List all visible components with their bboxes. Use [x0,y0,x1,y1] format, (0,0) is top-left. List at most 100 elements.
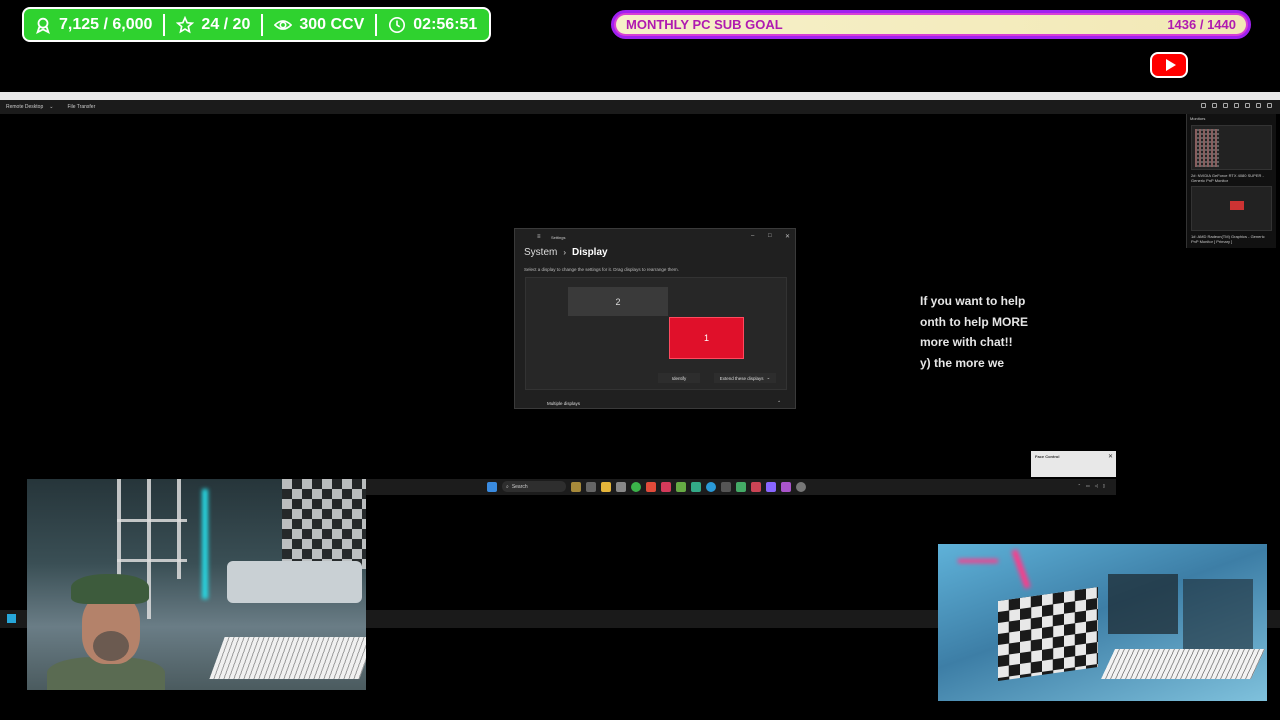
clock-icon [389,16,406,33]
notification-title: Face Control [1035,454,1060,459]
app-icon[interactable] [691,481,701,492]
display-2-tile[interactable]: 2 [568,287,668,316]
youtube-icon [1150,52,1188,78]
store-icon[interactable] [616,481,626,492]
ticker-line: onth to help MORE [920,314,1028,329]
chevron-right-icon: › [563,248,567,257]
chat-ticker: If you want to help onth to help MORE mo… [920,291,1040,373]
tab-remote-desktop[interactable]: Remote Desktop [0,104,49,110]
app-icon[interactable] [766,481,776,492]
stream-stats-bar: 7,125 / 6,000 24 / 20 300 CCV 02:56:51 [22,7,491,42]
settings-icon[interactable] [796,481,806,492]
chevron-down-icon[interactable]: ⌄ [49,104,53,110]
edge-icon[interactable] [706,481,716,492]
display-1-number: 1 [703,333,709,343]
extend-displays-select[interactable]: Extend these displays ⌄ [714,373,776,383]
settings-window: ≡ Settings – □ ✕ System › Display Select… [514,228,796,409]
search-placeholder: Search [511,483,528,490]
stat-divider [163,13,166,36]
system-tray: ⌃ ▭ ◁ ▯ ​​ [1078,480,1110,490]
streamer [47,569,165,690]
ccv-value: 300 CCV [299,15,365,33]
display-1-tile[interactable]: 1 [669,317,744,359]
app-icon[interactable] [736,481,746,492]
monitor-label-2: 2#: NVIDIA GeForce RTX 4080 SUPER - Gene… [1191,173,1264,183]
remote-desktop-titlebar [0,92,1280,100]
follower-icon [36,17,50,34]
multiple-displays-row[interactable]: Multiple displays ⌃ [525,397,787,409]
minimize-icon[interactable]: – [751,233,754,239]
subs-value: 24 / 20 [201,15,251,33]
fullscreen-icon[interactable] [1256,103,1261,108]
notification-toast[interactable]: Face Control ✕ [1031,451,1116,477]
breadcrumb-display: Display [572,247,608,258]
battery-icon[interactable]: ▯ [1103,483,1105,488]
stat-divider [261,13,264,36]
monitor-thumbnail-1[interactable] [1191,186,1272,231]
search-icon: ⌕ [506,483,509,490]
webcam-streamer [27,479,366,690]
app-icon[interactable] [676,481,686,492]
settings-titlebar: ≡ Settings – □ ✕ [515,229,795,245]
extend-displays-value: Extend these displays [719,375,764,381]
chevron-down-icon: ⌄ [766,375,771,380]
remote-desktop-toolbar: Remote Desktop ⌄ File Transfer [0,100,1280,114]
sub-goal-label: MONTHLY PC SUB GOAL [626,17,783,32]
lock-icon[interactable] [1212,103,1217,108]
display-instruction: Select a display to change the settings … [524,267,679,272]
stat-divider [375,13,378,36]
sub-goal-fill: MONTHLY PC SUB GOAL 1436 / 1440 [616,15,1246,34]
ticker-line: more with chat!! [920,335,1013,349]
close-icon[interactable] [1267,103,1272,108]
app-icon[interactable] [661,481,671,492]
maximize-icon[interactable]: □ [768,233,772,239]
settings-icon[interactable] [1201,103,1206,108]
ccv-stat: 300 CCV [274,16,364,34]
followers-stat: 7,125 / 6,000 [34,16,152,34]
chat-icon[interactable] [1245,103,1250,108]
subs-stat: 24 / 20 [176,15,251,34]
monitor-thumbnail-2[interactable] [1191,125,1272,170]
widgets-icon[interactable] [571,481,581,492]
menu-icon[interactable]: ≡ [537,234,541,240]
sofa [227,561,362,603]
uptime-stat: 02:56:51 [388,16,477,34]
breadcrumb: System › Display [524,247,608,258]
chevron-up-icon[interactable]: ⌃ [1078,483,1081,488]
eye-icon [274,19,293,30]
chevron-up-icon: ⌃ [777,400,781,405]
monitors-panel: Monitors 2#: NVIDIA GeForce RTX 4080 SUP… [1186,114,1276,248]
keyboard-icon[interactable] [1223,103,1228,108]
app-icon[interactable] [721,481,731,492]
webcam-studio [938,544,1267,701]
start-icon[interactable] [487,481,497,492]
chrome-icon[interactable] [631,481,641,492]
taskbar-search[interactable]: ⌕ Search [502,481,566,492]
piano-keyboard [209,637,366,679]
multiple-displays-label: Multiple displays [547,400,581,406]
close-icon[interactable]: ✕ [1108,453,1113,460]
volume-icon[interactable]: ◁ [1095,483,1098,488]
settings-app-title: Settings [551,234,566,240]
taskbar: ⌕ Search ⌃ ▭ ◁ ▯ ​​ [365,479,1116,495]
monitor-label-1: 1#: AMD Radeon(TM) Graphics - Generic Pn… [1191,234,1265,244]
start-icon[interactable] [7,614,16,623]
taskbar-apps: ⌕ Search [487,481,806,492]
uptime-value: 02:56:51 [413,15,478,33]
toolbar-icons [1201,103,1272,108]
star-icon [176,15,195,33]
identify-button[interactable]: Identify [658,373,700,383]
file-explorer-icon[interactable] [601,481,611,492]
sub-goal-count: 1436 / 1440 [1167,17,1236,32]
breadcrumb-system[interactable]: System [524,247,557,258]
display-arrangement-area: 2 1 Identify Extend these displays ⌄ [525,277,787,390]
network-icon[interactable]: ▭ [1086,483,1090,488]
app-icon[interactable] [751,481,761,492]
tab-file-transfer[interactable]: File Transfer [61,104,101,110]
app-icon[interactable] [781,481,791,492]
task-view-icon[interactable] [586,481,596,492]
app-icon[interactable] [646,481,656,492]
close-icon[interactable]: ✕ [785,233,790,240]
ticker-line: y) the more we [920,355,1005,370]
display-icon[interactable] [1234,103,1239,108]
